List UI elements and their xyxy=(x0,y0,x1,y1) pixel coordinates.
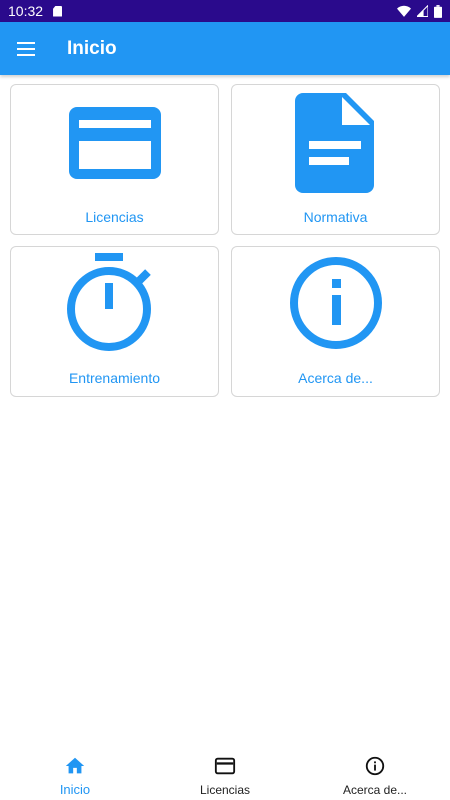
home-icon xyxy=(65,757,85,774)
nav-label: Inicio xyxy=(59,782,91,797)
tile-label: Acerca de... xyxy=(298,370,373,386)
tile-normativa[interactable]: Normativa xyxy=(231,84,440,235)
signal-icon xyxy=(417,5,428,17)
info-icon xyxy=(365,756,385,776)
page-title: Inicio xyxy=(67,37,117,59)
tile-label: Entrenamiento xyxy=(68,370,161,386)
tile-label: Normativa xyxy=(303,209,368,225)
tile-licencias[interactable]: Licencias xyxy=(10,84,219,235)
status-time: 10:32 xyxy=(8,3,44,19)
nav-label: Licencias xyxy=(199,783,251,797)
tile-label: Licencias xyxy=(85,209,144,225)
tile-grid: Licencias Normativa Entrenamiento Acerca… xyxy=(10,84,440,397)
sd-card-icon xyxy=(53,5,63,17)
info-icon xyxy=(289,257,382,349)
wifi-icon xyxy=(397,5,411,17)
stopwatch-icon xyxy=(66,253,151,351)
nav-item-inicio[interactable]: Inicio xyxy=(0,748,150,800)
nav-item-acerca-de[interactable]: Acerca de... xyxy=(300,748,450,800)
card-icon xyxy=(68,107,161,179)
tile-entrenamiento[interactable]: Entrenamiento xyxy=(10,246,219,397)
app-bar: Inicio xyxy=(0,22,450,75)
status-bar: 10:32 xyxy=(0,0,450,22)
menu-icon[interactable] xyxy=(17,41,35,56)
document-icon xyxy=(294,93,374,193)
battery-icon xyxy=(434,4,442,18)
card-icon xyxy=(214,757,236,775)
nav-item-licencias[interactable]: Licencias xyxy=(150,748,300,800)
nav-label: Acerca de... xyxy=(342,783,408,797)
bottom-navigation: Inicio Licencias Acerca de... xyxy=(0,748,450,800)
status-icons xyxy=(397,4,442,18)
tile-acerca-de[interactable]: Acerca de... xyxy=(231,246,440,397)
